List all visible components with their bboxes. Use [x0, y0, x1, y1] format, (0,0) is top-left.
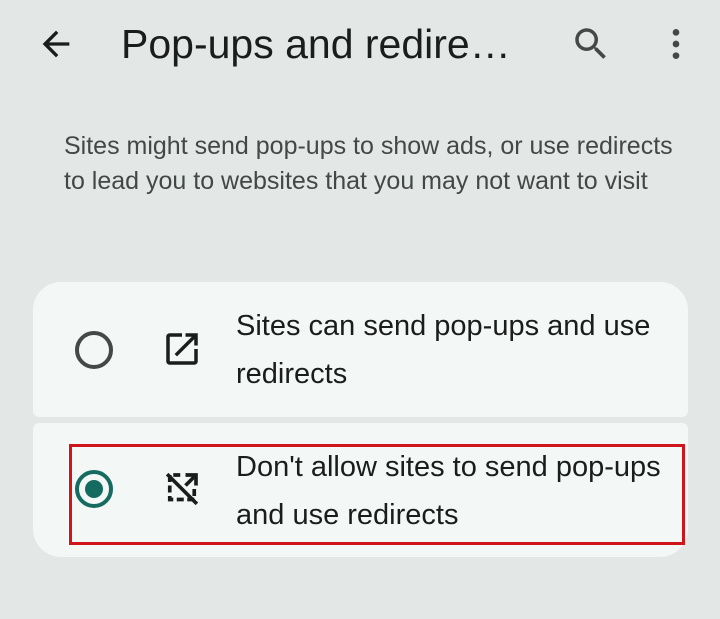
- open-in-new-icon: [166, 333, 198, 365]
- open-in-new-off-icon: [165, 472, 199, 506]
- description-text: Sites might send pop-ups to show ads, or…: [64, 132, 673, 195]
- option-allow-label: Sites can send pop-ups and use redirects: [236, 310, 651, 390]
- radio-button-unselected[interactable]: [75, 331, 113, 369]
- search-icon: [575, 28, 606, 59]
- radio-button-selected[interactable]: [75, 470, 113, 508]
- option-block[interactable]: Don't allow sites to send pop-ups and us…: [33, 423, 688, 557]
- option-block-label: Don't allow sites to send pop-ups and us…: [236, 451, 661, 531]
- option-allow[interactable]: Sites can send pop-ups and use redirects: [33, 282, 688, 417]
- more-vert-icon: [672, 29, 680, 59]
- page-title: Pop-ups and redire…: [121, 21, 511, 67]
- search-button[interactable]: [566, 20, 616, 68]
- radio-dot: [85, 480, 103, 498]
- app-bar: Pop-ups and redire…: [0, 0, 720, 88]
- more-options-button[interactable]: [652, 20, 700, 68]
- back-button[interactable]: [30, 22, 82, 66]
- arrow-back-icon: [42, 30, 70, 58]
